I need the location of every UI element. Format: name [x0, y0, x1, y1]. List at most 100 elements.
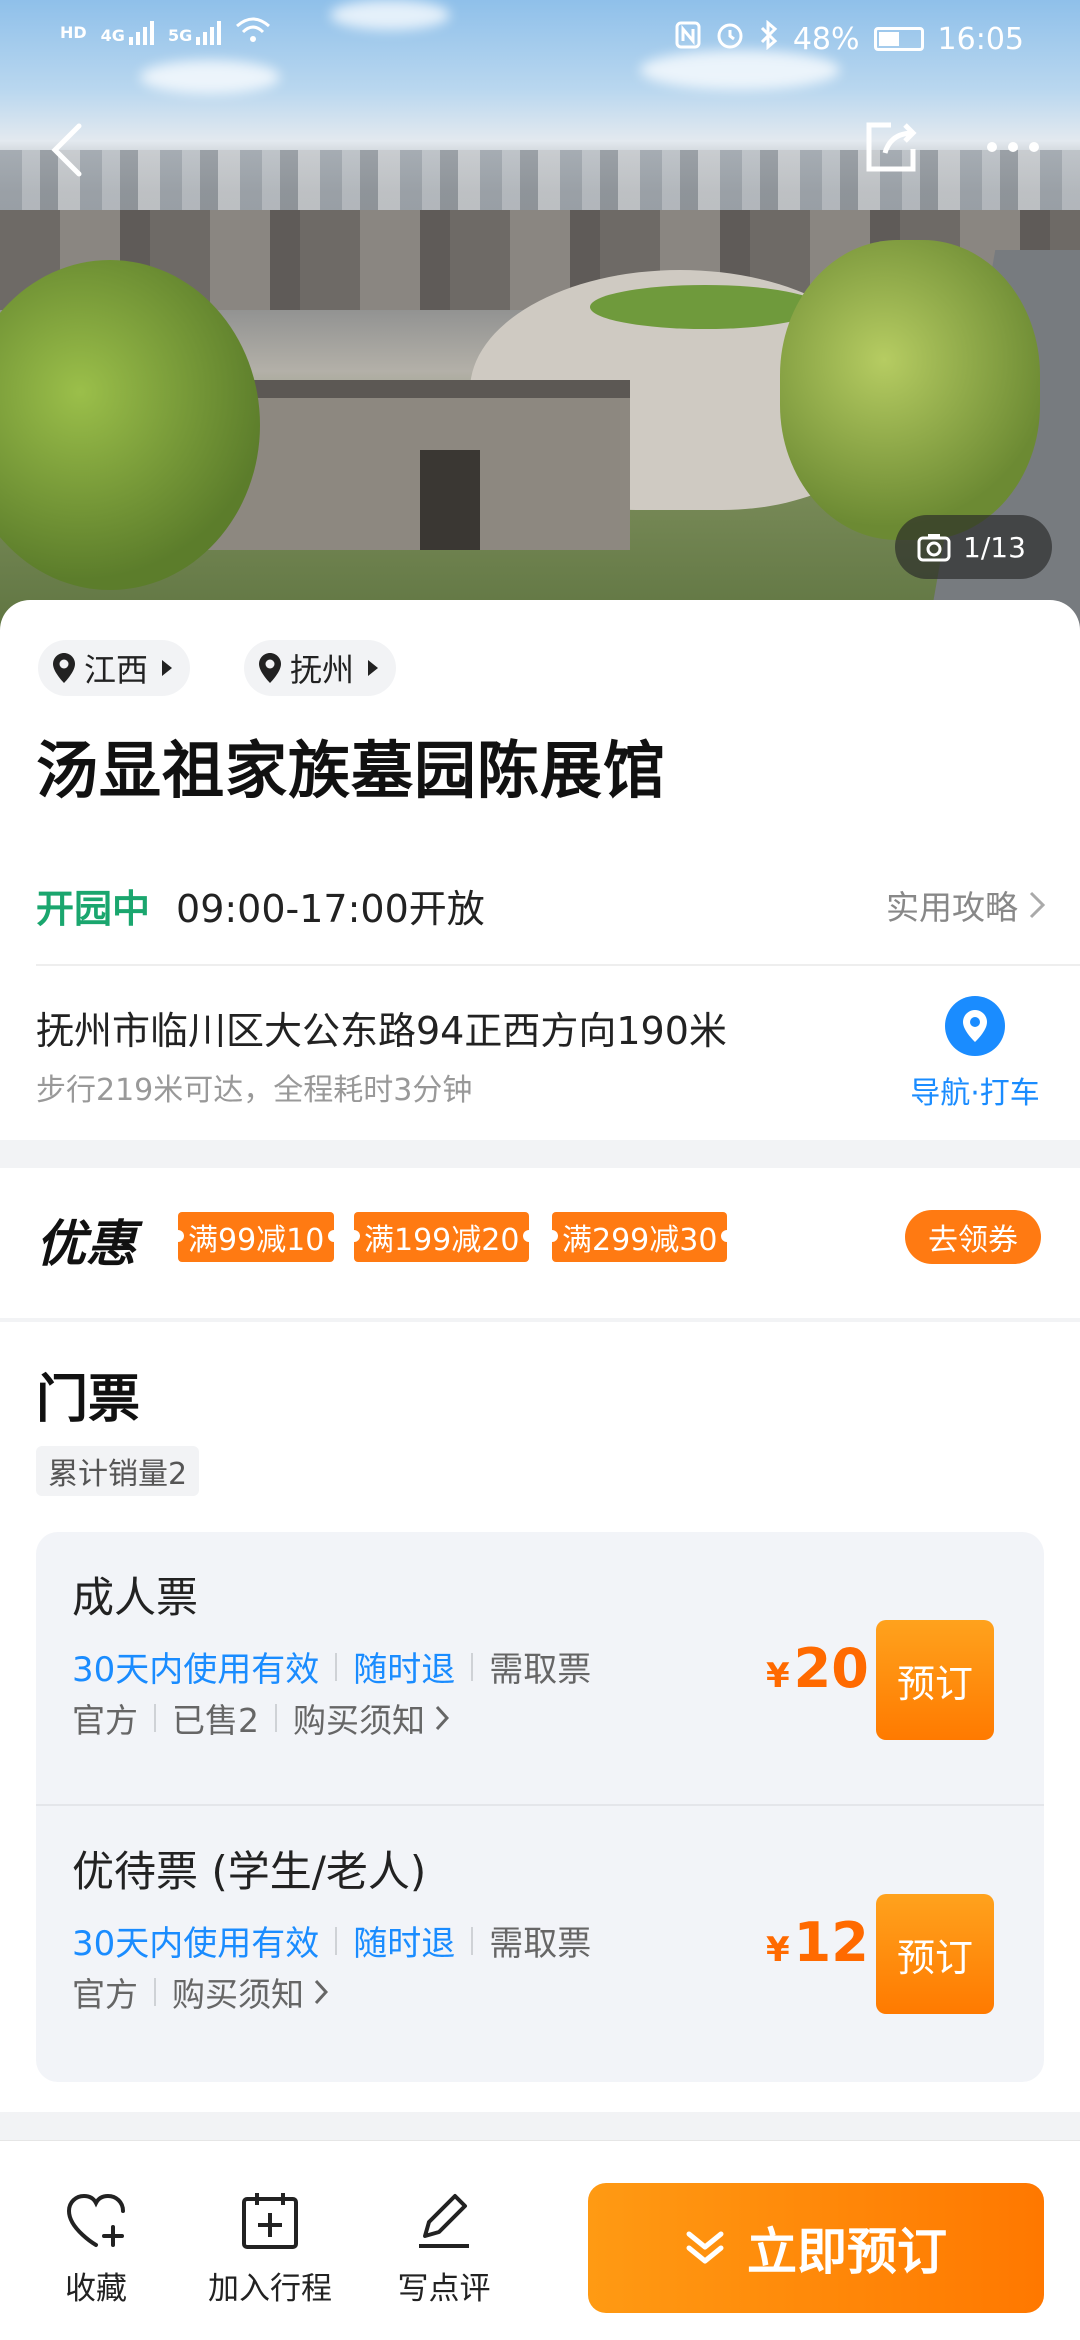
purchase-notes-link[interactable]: 购买须知: [172, 1968, 328, 2016]
ticket-item-concession[interactable]: 优待票 (学生/老人) 30天内使用有效 随时退 需取票 官方 购买须知 ¥ 1…: [36, 1804, 1044, 2076]
official-tag: 官方: [72, 1701, 138, 1740]
share-button[interactable]: [856, 112, 926, 182]
purchase-notes-link[interactable]: 购买须知: [293, 1694, 449, 1742]
share-icon: [866, 122, 917, 172]
wifi-icon: [235, 16, 271, 48]
chevron-right-icon: [1029, 891, 1046, 919]
ticket-list: 成人票 30天内使用有效 随时退 需取票 官方 已售2 购买须知 ¥ 20 预订…: [36, 1532, 1044, 2082]
tag-separator: [471, 1652, 474, 1681]
bottom-action-bar: 收藏 加入行程 写点评 立即预订: [0, 2140, 1080, 2340]
book-button[interactable]: 预订: [876, 1620, 994, 1740]
chevron-right-icon: [314, 1979, 328, 2005]
navigate-taxi-button[interactable]: 导航·打车: [900, 996, 1050, 1112]
signal-4g: 4G: [101, 19, 154, 45]
ticket-tags: 30天内使用有效 随时退 需取票: [72, 1916, 591, 1965]
trees-right: [780, 240, 1040, 540]
write-review-button[interactable]: 写点评: [374, 2189, 514, 2308]
official-tag: 官方: [72, 1975, 138, 2014]
price-value: 12: [793, 1911, 869, 1974]
pickup-tag: 需取票: [489, 1650, 592, 1690]
chevron-right-icon: [435, 1705, 449, 1731]
pickup-tag: 需取票: [489, 1924, 592, 1964]
coupon-tag[interactable]: 满199减20: [347, 1212, 536, 1262]
refund-tag: 随时退: [353, 1924, 456, 1964]
hd-indicator: HD: [60, 22, 87, 42]
tag-separator: [471, 1926, 474, 1955]
address[interactable]: 抚州市临川区大公东路94正西方向190米: [36, 1000, 727, 1055]
chevron-left-icon: [51, 123, 82, 177]
price-value: 20: [793, 1637, 869, 1700]
region-chip-fuzhou[interactable]: 抚州: [244, 640, 397, 696]
calendar-plus-icon: [238, 2189, 302, 2253]
favorite-button[interactable]: 收藏: [26, 2189, 166, 2308]
favorite-label: 收藏: [65, 2271, 127, 2307]
currency-symbol: ¥: [766, 1656, 790, 1696]
book-now-label: 立即预订: [747, 2223, 947, 2281]
sales-badge: 累计销量2: [36, 1446, 200, 1496]
region-label: 抚州: [290, 651, 355, 689]
guide-link[interactable]: 实用攻略: [886, 881, 1046, 929]
refund-tag: 随时退: [353, 1650, 456, 1690]
coupon-tag[interactable]: 满299减30: [545, 1212, 734, 1262]
tickets-section: 门票 累计销量2 成人票 30天内使用有效 随时退 需取票 官方 已售2 购买须…: [0, 1322, 1080, 2112]
ticket-meta: 官方 购买须知: [72, 1968, 328, 2016]
double-chevron-down-icon: [686, 2231, 724, 2264]
open-hours: 09:00-17:00开放: [176, 886, 485, 931]
map-pin-icon: [945, 996, 1005, 1056]
signal-5g: 5G: [168, 19, 222, 45]
more-icon: [987, 142, 1039, 152]
walk-info: 步行219米可达，全程耗时3分钟: [36, 1073, 473, 1108]
add-trip-label: 加入行程: [208, 2271, 332, 2307]
ticket-name: 成人票: [72, 1573, 199, 1622]
claim-coupon-button[interactable]: 去领券: [905, 1210, 1041, 1264]
currency-symbol: ¥: [766, 1930, 790, 1970]
opening-hours-row: 开园中 09:00-17:00开放 实用攻略: [36, 875, 1046, 935]
ticket-item-adult[interactable]: 成人票 30天内使用有效 随时退 需取票 官方 已售2 购买须知 ¥ 20 预订: [36, 1532, 1044, 1804]
promo-title: 优惠: [36, 1215, 136, 1273]
status-bar: HD 4G 5G 48% 16:05: [0, 0, 1080, 80]
more-button[interactable]: [978, 112, 1048, 182]
add-trip-button[interactable]: 加入行程: [200, 2189, 340, 2308]
open-status: 开园中: [36, 886, 151, 931]
divider: [36, 964, 1080, 966]
ticket-name: 优待票 (学生/老人): [72, 1847, 427, 1896]
heart-plus-icon: [64, 2189, 128, 2253]
gate: [420, 450, 480, 550]
bluetooth-icon: [759, 19, 779, 58]
page-title: 汤显祖家族墓园陈展馆: [36, 734, 667, 807]
region-label: 江西: [84, 651, 149, 689]
nfc-icon: [675, 21, 701, 57]
tag-separator: [335, 1926, 338, 1955]
camera-icon: [917, 534, 951, 562]
promo-section: 优惠 满99减10 满199减20 满299减30 去领券: [0, 1168, 1080, 1318]
ticket-meta: 官方 已售2 购买须知: [72, 1694, 449, 1742]
tag-separator: [335, 1652, 338, 1681]
review-label: 写点评: [397, 2271, 491, 2307]
region-chip-jiangxi[interactable]: 江西: [38, 640, 191, 696]
tickets-title: 门票: [36, 1370, 141, 1430]
tag-separator: [154, 1978, 156, 2006]
ticket-price: ¥ 20: [766, 1637, 869, 1700]
sold-count: 已售2: [172, 1701, 259, 1740]
book-now-button[interactable]: 立即预订: [588, 2183, 1044, 2313]
navigate-taxi-label: 导航·打车: [910, 1076, 1040, 1111]
photo-counter[interactable]: 1/13: [895, 515, 1052, 579]
validity-tag: 30天内使用有效: [72, 1924, 320, 1964]
pencil-icon: [412, 2189, 476, 2253]
book-button[interactable]: 预订: [876, 1894, 994, 2014]
caret-right-icon: [368, 660, 379, 676]
coupon-tag[interactable]: 满99减10: [171, 1212, 341, 1262]
signal-bars-icon: [196, 19, 222, 45]
validity-tag: 30天内使用有效: [72, 1650, 320, 1690]
signal-bars-icon: [128, 19, 154, 45]
lawn: [590, 285, 820, 329]
battery-percent: 48%: [792, 21, 860, 57]
tag-separator: [275, 1704, 277, 1732]
ticket-price: ¥ 12: [766, 1911, 869, 1974]
alarm-icon: [715, 20, 745, 58]
clock: 16:05: [937, 21, 1024, 57]
ticket-tags: 30天内使用有效 随时退 需取票: [72, 1642, 591, 1691]
photo-count: 1/13: [963, 530, 1026, 564]
back-button[interactable]: [32, 115, 102, 185]
tag-separator: [154, 1704, 156, 1732]
